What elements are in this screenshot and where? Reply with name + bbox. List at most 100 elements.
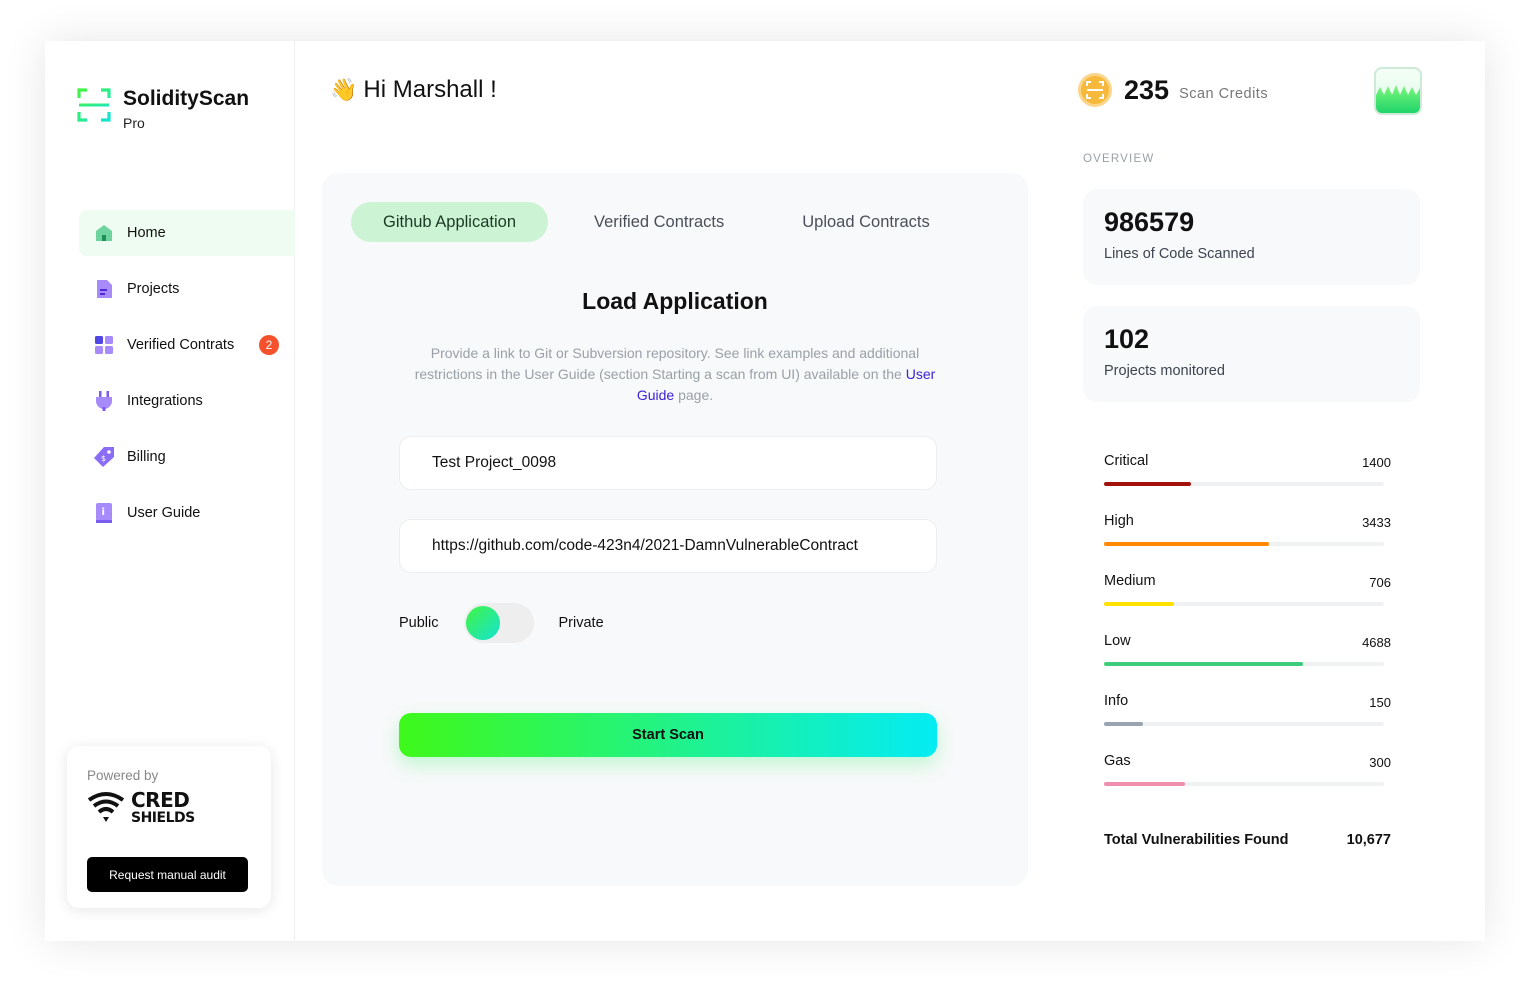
- sidebar-item-user-guide[interactable]: i User Guide: [79, 490, 295, 536]
- brand-tier: Pro: [123, 115, 145, 131]
- avatar-grass-icon: [1376, 85, 1420, 113]
- sidebar-item-label: Projects: [127, 281, 180, 297]
- vuln-count: 1400: [1362, 455, 1391, 470]
- tab-github-application[interactable]: Github Application: [351, 202, 549, 242]
- description-suffix: page.: [678, 387, 714, 403]
- sidebar-item-label: User Guide: [127, 505, 201, 521]
- description-text: Provide a link to Git or Subversion repo…: [414, 345, 920, 382]
- toggle-label-public: Public: [399, 615, 439, 631]
- credshields-logo: CRED SHIELDS: [87, 790, 195, 826]
- app-window: SolidityScan Pro Home Projects Verified …: [45, 41, 1485, 941]
- vuln-bar-fill: [1104, 722, 1144, 726]
- vuln-count: 4688: [1362, 635, 1391, 650]
- sidebar: SolidityScan Pro Home Projects Verified …: [45, 41, 295, 941]
- greeting-text: Hi Marshall !: [363, 76, 497, 103]
- sidebar-item-billing[interactable]: $ Billing: [79, 434, 295, 480]
- vuln-row-critical: Critical 1400: [1104, 450, 1391, 510]
- vuln-bar-track: [1104, 782, 1384, 786]
- vuln-name: Gas: [1104, 753, 1131, 769]
- vuln-row-high: High 3433: [1104, 510, 1391, 570]
- project-name-value: Test Project_0098: [432, 454, 557, 471]
- credshields-logo-line2: SHIELDS: [131, 810, 195, 826]
- vuln-count: 300: [1369, 755, 1391, 770]
- vuln-bar-track: [1104, 542, 1384, 546]
- vuln-name: High: [1104, 513, 1134, 529]
- vuln-name: Critical: [1104, 453, 1149, 469]
- vuln-bar-track: [1104, 482, 1384, 486]
- repo-url-field[interactable]: https://github.com/code-423n4/2021-DamnV…: [399, 519, 937, 573]
- powered-by-label: Powered by: [87, 768, 159, 783]
- home-icon: [93, 222, 115, 244]
- grid-icon: [93, 334, 115, 356]
- tab-verified-contracts[interactable]: Verified Contracts: [562, 202, 756, 242]
- visibility-toggle-row: Public Private: [399, 603, 604, 643]
- vuln-count: 706: [1369, 575, 1391, 590]
- vuln-bar-fill: [1104, 662, 1303, 666]
- vuln-name: Info: [1104, 693, 1129, 709]
- vuln-bar-track: [1104, 662, 1384, 666]
- sidebar-item-verified-contrats[interactable]: Verified Contrats 2: [79, 322, 295, 368]
- vuln-row-info: Info 150: [1104, 690, 1391, 750]
- notification-badge: 2: [259, 335, 279, 355]
- credits-value: 235: [1124, 74, 1170, 105]
- sidebar-nav: Home Projects Verified Contrats 2 Integr…: [79, 210, 295, 546]
- brand-logo[interactable]: SolidityScan Pro: [77, 87, 249, 131]
- vuln-bar-fill: [1104, 482, 1191, 486]
- lines-scanned-value: 986579: [1104, 207, 1195, 237]
- sidebar-item-label: Verified Contrats: [127, 337, 235, 353]
- vuln-bar-fill: [1104, 602, 1174, 606]
- total-label: Total Vulnerabilities Found: [1104, 832, 1289, 848]
- vulnerability-breakdown: Critical 1400 High 3433 Medium 706 Low 4…: [1104, 450, 1391, 810]
- sidebar-item-projects[interactable]: Projects: [79, 266, 295, 312]
- start-scan-button[interactable]: Start Scan: [399, 713, 937, 757]
- sidebar-item-label: Integrations: [127, 393, 203, 409]
- svg-text:$: $: [101, 454, 106, 463]
- visibility-toggle[interactable]: [463, 603, 534, 643]
- request-manual-audit-button[interactable]: Request manual audit: [87, 857, 248, 892]
- vuln-row-low: Low 4688: [1104, 630, 1391, 690]
- projects-monitored-value: 102: [1104, 324, 1150, 354]
- credits-label: Scan Credits: [1179, 86, 1269, 102]
- load-application-card: Github Application Verified Contracts Up…: [322, 173, 1028, 886]
- vuln-name: Low: [1104, 633, 1131, 649]
- sidebar-item-label: Home: [127, 225, 166, 241]
- wave-icon: 👋: [330, 77, 358, 102]
- credshields-logo-line1: CRED: [131, 788, 190, 812]
- scan-logo-icon: [77, 88, 111, 122]
- total-vulnerabilities: Total Vulnerabilities Found 10,677: [1104, 832, 1391, 848]
- lines-scanned-label: Lines of Code Scanned: [1104, 246, 1255, 262]
- document-icon: [93, 278, 115, 300]
- brand-name: SolidityScan: [123, 87, 250, 110]
- total-value: 10,677: [1346, 832, 1391, 848]
- source-tabs: Github Application Verified Contracts Up…: [351, 202, 962, 242]
- sidebar-item-home[interactable]: Home: [79, 210, 295, 256]
- sidebar-item-integrations[interactable]: Integrations: [79, 378, 295, 424]
- description: Provide a link to Git or Subversion repo…: [400, 343, 950, 406]
- projects-monitored-label: Projects monitored: [1104, 363, 1225, 379]
- svg-text:i: i: [102, 507, 105, 518]
- project-name-field[interactable]: Test Project_0098: [399, 436, 937, 490]
- overview-label: OVERVIEW: [1083, 153, 1155, 165]
- page-title: Load Application: [582, 288, 768, 314]
- vuln-bar-track: [1104, 722, 1384, 726]
- avatar[interactable]: [1374, 67, 1422, 115]
- powered-by-card: Powered by CRED SHIELDS Request manual a…: [67, 746, 271, 908]
- vuln-bar-track: [1104, 602, 1384, 606]
- projects-monitored-card: 102 Projects monitored: [1083, 306, 1420, 402]
- vuln-count: 150: [1369, 695, 1391, 710]
- coin-icon: [1078, 73, 1112, 107]
- vuln-bar-fill: [1104, 542, 1270, 546]
- tag-icon: $: [93, 446, 115, 468]
- sidebar-item-label: Billing: [127, 449, 166, 465]
- info-book-icon: i: [93, 502, 115, 524]
- vuln-name: Medium: [1104, 573, 1156, 589]
- wifi-shield-icon: [87, 792, 125, 822]
- toggle-knob: [465, 606, 500, 640]
- repo-url-value: https://github.com/code-423n4/2021-DamnV…: [432, 537, 858, 554]
- vuln-row-medium: Medium 706: [1104, 570, 1391, 630]
- vuln-bar-fill: [1104, 782, 1186, 786]
- greeting: 👋 Hi Marshall !: [330, 76, 497, 104]
- vuln-row-gas: Gas 300: [1104, 750, 1391, 810]
- plug-icon: [93, 390, 115, 412]
- tab-upload-contracts[interactable]: Upload Contracts: [770, 202, 961, 242]
